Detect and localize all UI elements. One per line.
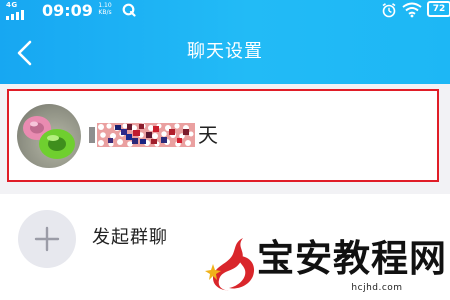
contact-row[interactable]: 天 [7, 89, 439, 182]
avatar[interactable] [17, 104, 81, 168]
clock: 09:09 [42, 1, 93, 20]
redacted-name-mosaic [89, 120, 197, 150]
signal-bars-icon [6, 9, 38, 20]
add-member-button[interactable] [18, 210, 76, 268]
avatar-image [23, 116, 75, 159]
contact-name-visible: 天 [198, 123, 218, 147]
alarm-clock-icon [382, 3, 396, 18]
site-watermark: 宝安教程网 hcjhd.com [205, 232, 450, 300]
cellular-signal: 4G [6, 1, 38, 20]
contact-name: 天 [89, 120, 218, 150]
watermark-logo-icon [205, 238, 255, 291]
qq-icon [122, 3, 136, 17]
contact-card: 天 [0, 84, 450, 194]
page-title: 聊天设置 [187, 41, 263, 62]
navigation-bar: 聊天设置 [0, 22, 450, 84]
network-type: 4G [6, 1, 18, 9]
network-speed-unit: KB/s [98, 9, 112, 16]
watermark-url: hcjhd.com [351, 283, 403, 293]
wifi-icon [402, 2, 422, 18]
app-header: 4G 09:09 1.10 KB/s 72 聊天设置 [0, 0, 450, 84]
network-speed: 1.10 KB/s [96, 2, 114, 16]
battery-indicator: 72 [427, 1, 450, 17]
start-group-chat-label[interactable]: 发起群聊 [92, 224, 168, 252]
plus-icon [34, 226, 60, 252]
network-speed-value: 1.10 [98, 2, 112, 9]
status-bar: 4G 09:09 1.10 KB/s 72 [0, 0, 450, 22]
watermark-title: 宝安教程网 [257, 236, 447, 280]
